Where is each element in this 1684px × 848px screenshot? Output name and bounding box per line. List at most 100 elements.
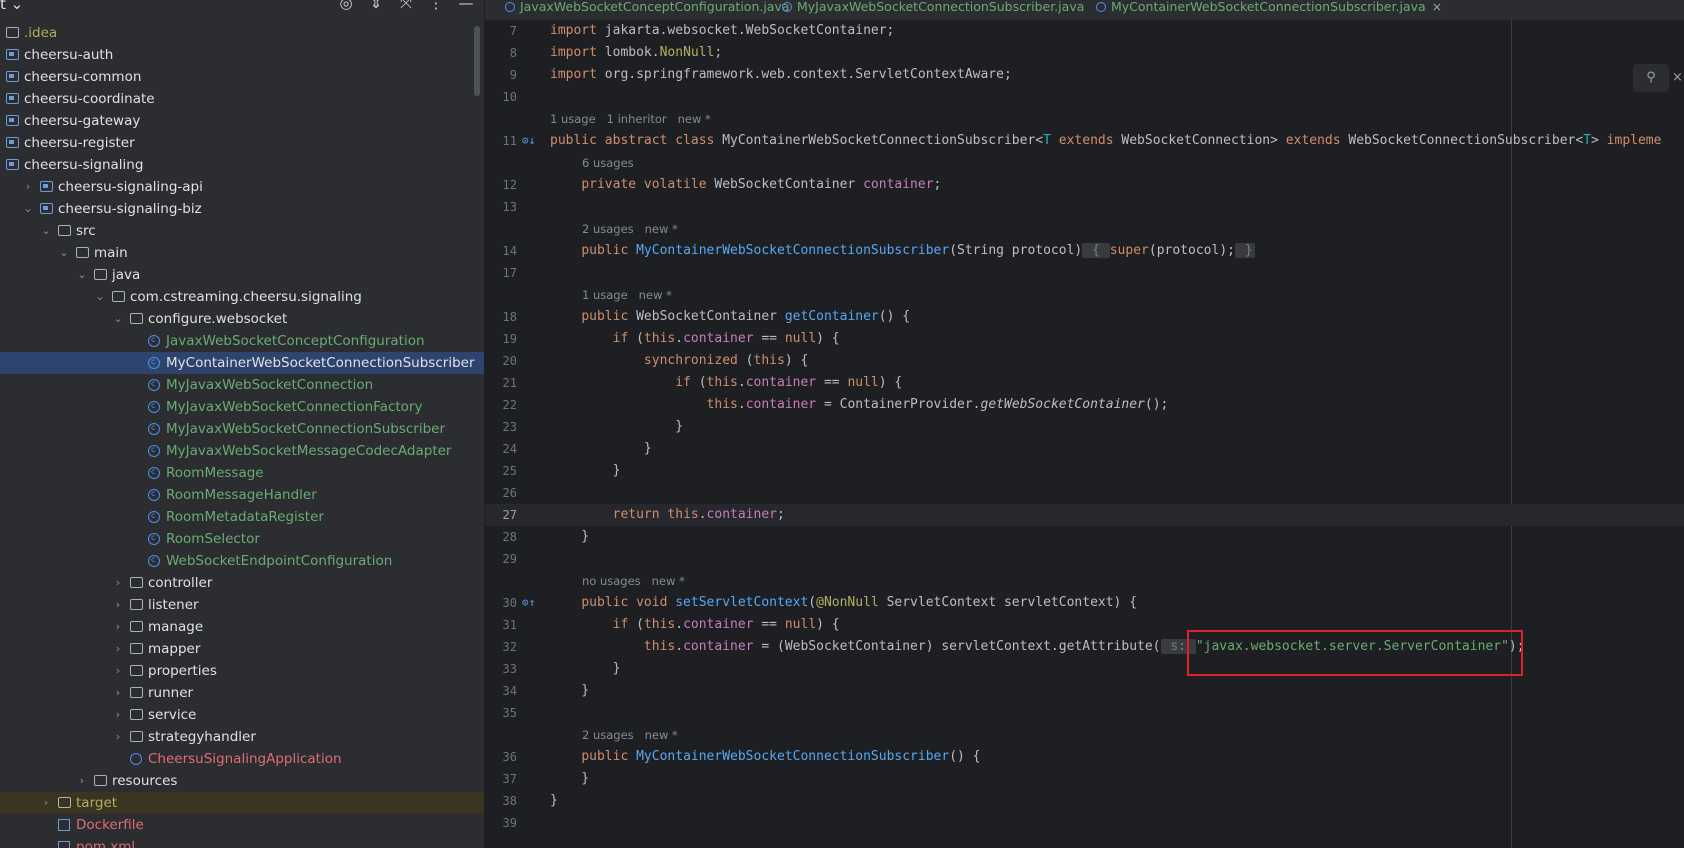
tree-item[interactable]: cheersu-gateway [0, 110, 484, 132]
tree-item[interactable]: cheersu-auth [0, 44, 484, 66]
chevron-right-icon[interactable]: › [112, 638, 124, 660]
tree-item[interactable]: RoomMessageHandler [0, 483, 484, 506]
code-line[interactable]: 26 [485, 482, 1684, 504]
code-line[interactable]: 14 public MyContainerWebSocketConnection… [485, 240, 1684, 262]
tree-item[interactable]: MyContainerWebSocketConnectionSubscriber [0, 351, 484, 374]
code-line[interactable]: 11 ⊙↓ public abstract class MyContainerWeb… [485, 130, 1684, 152]
code-line[interactable]: 21 if (this.container == null) { [485, 372, 1684, 394]
inlay-hint-row[interactable]: 2 usages new * [485, 724, 1684, 746]
minimize-icon[interactable]: — [458, 0, 474, 12]
tree-item[interactable]: › manage [0, 616, 484, 638]
chevron-down-icon[interactable]: ⌄ [112, 308, 124, 330]
editor-tab[interactable]: JavaxWebSocketConceptConfiguration.java [505, 0, 790, 20]
chevron-right-icon[interactable]: › [112, 682, 124, 704]
code-line[interactable]: 23 } [485, 416, 1684, 438]
tree-item[interactable]: › properties [0, 660, 484, 682]
tree-item[interactable]: › resources [0, 770, 484, 792]
chevron-down-icon[interactable]: ⌄ [76, 264, 88, 286]
tree-item[interactable]: cheersu-common [0, 66, 484, 88]
tree-item[interactable]: ⌄ src [0, 220, 484, 242]
collapse-all-icon[interactable]: ⤧ [398, 0, 414, 12]
code-line[interactable]: 25 } [485, 460, 1684, 482]
project-view-selector[interactable]: t ⌄ [0, 0, 23, 13]
tree-item[interactable]: MyJavaxWebSocketConnectionFactory [0, 395, 484, 418]
expand-all-icon[interactable]: ⇕ [368, 0, 384, 12]
implements-gutter-icon[interactable]: ⊙↑ [522, 592, 535, 614]
inlay-hint-row[interactable]: 2 usages new * [485, 218, 1684, 240]
tree-item[interactable]: ⌄ main [0, 242, 484, 264]
chevron-right-icon[interactable]: › [112, 572, 124, 594]
reader-mode-icon[interactable]: ⚲ [1633, 64, 1669, 92]
tree-item[interactable]: cheersu-register [0, 132, 484, 154]
tree-item[interactable]: cheersu-coordinate [0, 88, 484, 110]
tree-item[interactable]: WebSocketEndpointConfiguration [0, 549, 484, 572]
chevron-right-icon[interactable]: › [76, 770, 88, 792]
code-line[interactable]: 17 [485, 262, 1684, 284]
code-line[interactable]: 22 this.container = ContainerProvider.ge… [485, 394, 1684, 416]
inlay-hint-row[interactable]: 1 usage new * [485, 284, 1684, 306]
code-line[interactable]: 24 } [485, 438, 1684, 460]
tree-item[interactable]: RoomSelector [0, 527, 484, 550]
code-line[interactable]: 18 public WebSocketContainer getContaine… [485, 306, 1684, 328]
tree-item[interactable]: CheersuSignalingApplication [0, 748, 484, 770]
inlay-hint-row[interactable]: 1 usage 1 inheritor new * [485, 108, 1684, 130]
tree-item[interactable]: › target [0, 792, 484, 814]
tree-item[interactable]: › listener [0, 594, 484, 616]
tree-item[interactable]: JavaxWebSocketConceptConfiguration [0, 329, 484, 352]
tree-item[interactable]: RoomMetadataRegister [0, 505, 484, 528]
code-line[interactable]: 13 [485, 196, 1684, 218]
code-line[interactable]: 35 [485, 702, 1684, 724]
tree-item[interactable]: ⌄ configure.websocket [0, 308, 484, 330]
code-line[interactable]: 38} [485, 790, 1684, 812]
chevron-right-icon[interactable]: › [112, 704, 124, 726]
tree-item[interactable]: pom.xml [0, 836, 484, 848]
tree-item[interactable]: › service [0, 704, 484, 726]
chevron-right-icon[interactable]: › [22, 176, 34, 198]
tree-item[interactable]: ⌄ com.cstreaming.cheersu.signaling [0, 286, 484, 308]
editor-tab[interactable]: MyJavaxWebSocketConnectionSubscriber.jav… [782, 0, 1084, 20]
code-line[interactable]: 37 } [485, 768, 1684, 790]
code-vision-hint[interactable]: 2 usages new * [582, 724, 678, 746]
code-line[interactable]: 8 import lombok.NonNull; [485, 42, 1684, 64]
code-vision-hint[interactable]: 2 usages new * [582, 218, 678, 240]
tree-item[interactable]: ⌄ cheersu-signaling-biz [0, 198, 484, 220]
code-line[interactable]: 30 ⊙↑ public void setServletContext(@NonN… [485, 592, 1684, 614]
tree-item[interactable]: › runner [0, 682, 484, 704]
tree-item[interactable]: cheersu-signaling [0, 154, 484, 176]
code-line[interactable]: 20 synchronized (this) { [485, 350, 1684, 372]
tree-item[interactable]: ⌄ java [0, 264, 484, 286]
close-icon[interactable]: × [1672, 70, 1683, 85]
inlay-hint-row[interactable]: no usages new * [485, 570, 1684, 592]
chevron-right-icon[interactable]: › [112, 594, 124, 616]
implements-gutter-icon[interactable]: ⊙↓ [522, 130, 535, 152]
tree-item[interactable]: MyJavaxWebSocketMessageCodecAdapter [0, 439, 484, 462]
code-line[interactable]: 9 import org.springframework.web.context.… [485, 64, 1684, 86]
chevron-down-icon[interactable]: ⌄ [40, 220, 52, 242]
tree-item[interactable]: RoomMessage [0, 461, 484, 484]
code-line[interactable]: 34 } [485, 680, 1684, 702]
tree-item[interactable]: › mapper [0, 638, 484, 660]
code-vision-hint[interactable]: 6 usages [582, 152, 634, 174]
tab-close-icon[interactable]: × [1432, 0, 1442, 14]
chevron-right-icon[interactable]: › [40, 792, 52, 814]
code-line[interactable]: 12 private volatile WebSocketContainer c… [485, 174, 1684, 196]
code-line[interactable]: 29 [485, 548, 1684, 570]
tree-item[interactable]: MyJavaxWebSocketConnectionSubscriber [0, 417, 484, 440]
editor-tab[interactable]: MyContainerWebSocketConnectionSubscriber… [1096, 0, 1443, 22]
tree-item[interactable]: › strategyhandler [0, 726, 484, 748]
tree-item[interactable]: › controller [0, 572, 484, 594]
code-line[interactable]: 10 [485, 86, 1684, 108]
tree-item[interactable]: MyJavaxWebSocketConnection [0, 373, 484, 396]
code-line[interactable]: 36 public MyContainerWebSocketConnection… [485, 746, 1684, 768]
project-tree-scrollbar[interactable] [474, 26, 480, 96]
code-line[interactable]: 39 [485, 812, 1684, 834]
inlay-hint-row[interactable]: 6 usages [485, 152, 1684, 174]
code-line[interactable]: 28 } [485, 526, 1684, 548]
code-line[interactable]: 27 return this.container; [485, 504, 1684, 526]
chevron-down-icon[interactable]: ⌄ [22, 198, 34, 220]
code-vision-hint[interactable]: 1 usage new * [582, 284, 672, 306]
chevron-down-icon[interactable]: ⌄ [94, 286, 106, 308]
tree-item[interactable]: › cheersu-signaling-api [0, 176, 484, 198]
tree-item[interactable]: .idea [0, 22, 484, 44]
code-line[interactable]: 19 if (this.container == null) { [485, 328, 1684, 350]
